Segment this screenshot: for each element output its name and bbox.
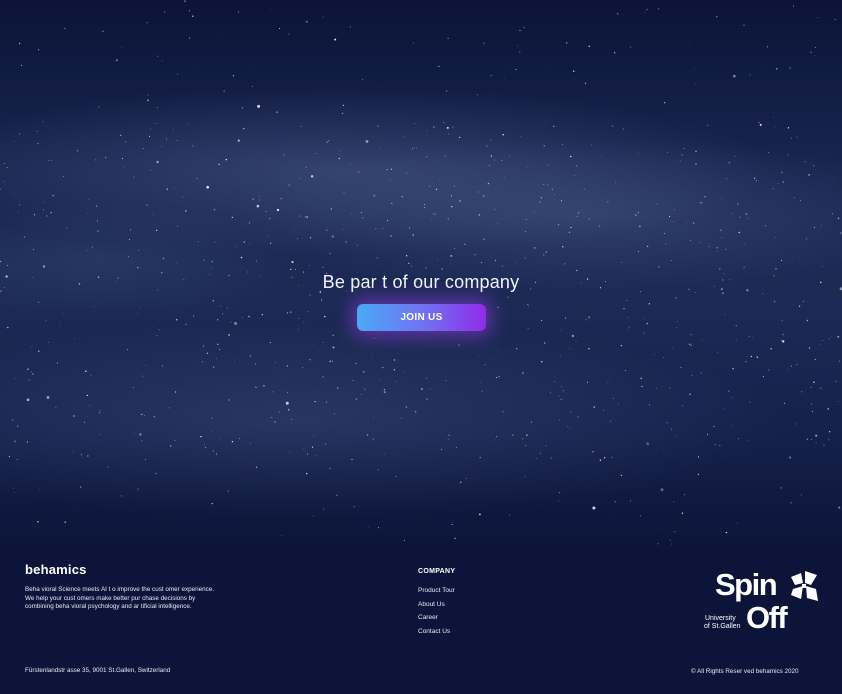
spinoff-emblem-icon	[791, 571, 818, 601]
hero-title: Be par t of our company	[322, 272, 520, 292]
spinoff-logo: Spin Off University of St.Gallen	[700, 568, 825, 638]
footer-link-about-us[interactable]: About Us	[418, 601, 455, 615]
spinoff-word-spin: Spin	[715, 567, 778, 602]
company-links: Product Tour About Us Career Contact Us	[418, 587, 455, 641]
spinoff-word-off: Off	[746, 600, 788, 635]
company-address: Fürstenlandstr asse 35, 9001 St.Gallen, …	[25, 667, 171, 674]
footer-link-career[interactable]: Career	[418, 614, 455, 628]
brand-description: Beha vioral Science meets AI t o improve…	[25, 586, 214, 610]
copyright-notice: © All Rights Reser ved behamics 2020	[691, 668, 799, 675]
footer-link-contact-us[interactable]: Contact Us	[418, 628, 455, 642]
st-gallen-label: of St.Gallen	[704, 623, 741, 630]
join-us-button[interactable]: JOIN US	[357, 304, 486, 331]
footer-link-product-tour[interactable]: Product Tour	[418, 587, 455, 601]
university-label: University	[705, 615, 736, 622]
company-heading: COMPANY	[418, 568, 456, 575]
hero-section: Be par t of our company JOIN US	[0, 0, 842, 545]
behamics-logo[interactable]: behamics	[25, 562, 87, 577]
